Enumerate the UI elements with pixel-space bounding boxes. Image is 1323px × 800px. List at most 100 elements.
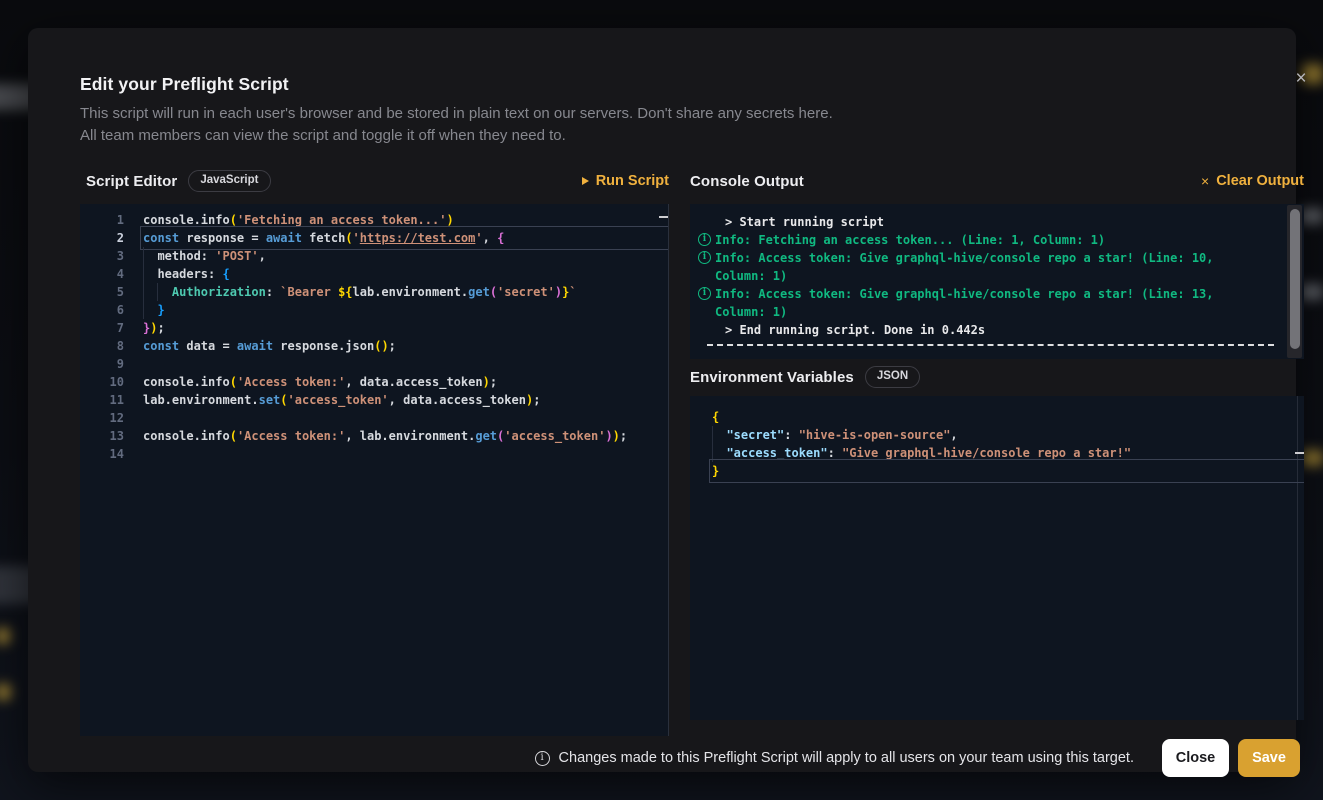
line-number: 3: [80, 247, 124, 265]
run-script-button[interactable]: Run Script: [582, 173, 669, 189]
code-line[interactable]: 9: [80, 355, 668, 373]
indent-guide: [712, 444, 713, 462]
line-number: 13: [80, 427, 124, 445]
code-line[interactable]: 11 lab.environment.set('access_token', da…: [80, 391, 668, 409]
code-line[interactable]: "access_token": "Give graphql-hive/conso…: [690, 444, 1304, 462]
line-number: 12: [80, 409, 124, 427]
close-icon[interactable]: ×: [1288, 66, 1314, 92]
code-line[interactable]: 1 console.info('Fetching an access token.…: [80, 211, 668, 229]
console-output-heading: Console Output: [690, 173, 804, 190]
console-entry-icon-cell: i: [694, 231, 715, 249]
preflight-script-modal: Edit your Preflight Script This script w…: [28, 28, 1296, 772]
info-icon: i: [698, 251, 711, 264]
code-text: console.info('Access token:', data.acces…: [143, 373, 668, 391]
background-blur-dot: [1302, 450, 1323, 466]
info-icon: i: [698, 233, 711, 246]
code-text: const data = await response.json();: [143, 337, 668, 355]
code-line[interactable]: 8 const data = await response.json();: [80, 337, 668, 355]
code-line[interactable]: 10 console.info('Access token:', data.acc…: [80, 373, 668, 391]
line-number: 4: [80, 265, 124, 283]
indent-guide: [157, 283, 158, 301]
code-text: lab.environment.set('access_token', data…: [143, 391, 668, 409]
environment-variables-heading: Environment Variables: [690, 369, 854, 386]
modal-description-line2: All team members can view the script and…: [80, 127, 566, 144]
console-entry-icon-cell: i: [694, 249, 715, 285]
clear-icon: ×: [1201, 174, 1209, 188]
line-number: 11: [80, 391, 124, 409]
console-entry: > Start running script: [690, 213, 1304, 231]
code-text: headers: {: [143, 265, 668, 283]
modal-footer: i Changes made to this Preflight Script …: [80, 738, 1300, 778]
page-background: Edit your Preflight Script This script w…: [0, 0, 1323, 800]
console-entry: > End running script. Done in 0.442s: [690, 321, 1304, 339]
line-number: 6: [80, 301, 124, 319]
background-blur-dot: [0, 684, 11, 700]
script-editor[interactable]: 1 console.info('Fetching an access token.…: [80, 204, 669, 736]
console-entry-text: > Start running script: [715, 213, 1271, 231]
code-text: [143, 445, 668, 463]
code-line[interactable]: 13 console.info('Access token:', lab.envi…: [80, 427, 668, 445]
console-entry-icon-cell: [694, 213, 715, 231]
indent-guide: [712, 426, 713, 444]
line-number: 2: [80, 229, 124, 247]
play-icon: [582, 177, 589, 185]
line-number: 10: [80, 373, 124, 391]
console-entry-text: Info: Access token: Give graphql-hive/co…: [715, 285, 1271, 321]
code-line[interactable]: 12: [80, 409, 668, 427]
console-entry: i Info: Fetching an access token... (Line…: [690, 231, 1304, 249]
code-line[interactable]: 2 const response = await fetch('https://t…: [80, 229, 668, 247]
footer-note: Changes made to this Preflight Script wi…: [559, 750, 1134, 766]
code-text: method: 'POST',: [143, 247, 668, 265]
environment-variables-header: Environment Variables JSON: [690, 364, 1304, 390]
clear-output-button[interactable]: × Clear Output: [1201, 173, 1304, 189]
console-entry-icon-cell: [694, 321, 715, 339]
indent-guide: [143, 265, 144, 283]
console-output-panel: > Start running script i Info: Fetching an…: [690, 204, 1304, 359]
modal-title: Edit your Preflight Script: [80, 74, 289, 95]
line-number: 1: [80, 211, 124, 229]
code-line[interactable]: 4 headers: {: [80, 265, 668, 283]
console-entry: i Info: Access token: Give graphql-hive/c…: [690, 285, 1304, 321]
script-editor-header: Script Editor JavaScript Run Script: [86, 168, 669, 194]
indent-guide: [143, 283, 144, 301]
code-line[interactable]: "secret": "hive-is-open-source",: [690, 426, 1304, 444]
code-text: console.info('Access token:', lab.enviro…: [143, 427, 668, 445]
code-text: Authorization: `Bearer ${lab.environment…: [143, 283, 668, 301]
console-scrollbar-track[interactable]: [1287, 205, 1302, 358]
background-blur-dot: [0, 628, 10, 644]
code-line[interactable]: 6 }: [80, 301, 668, 319]
console-divider: [707, 344, 1274, 346]
line-number: 8: [80, 337, 124, 355]
json-badge: JSON: [865, 366, 920, 388]
close-button[interactable]: Close: [1162, 739, 1229, 777]
console-entry: i Info: Access token: Give graphql-hive/c…: [690, 249, 1304, 285]
code-text: }: [143, 301, 668, 319]
console-entry-icon-cell: i: [694, 285, 715, 321]
environment-variables-editor[interactable]: { "secret": "hive-is-open-source", "acce…: [690, 396, 1304, 720]
info-icon: i: [698, 287, 711, 300]
code-line[interactable]: {: [690, 408, 1304, 426]
code-line[interactable]: 5 Authorization: `Bearer ${lab.environme…: [80, 283, 668, 301]
code-text: }: [712, 462, 1304, 480]
code-text: "access_token": "Give graphql-hive/conso…: [712, 444, 1304, 462]
code-line[interactable]: 14: [80, 445, 668, 463]
line-number: 14: [80, 445, 124, 463]
code-line[interactable]: }: [690, 462, 1304, 480]
clear-output-label: Clear Output: [1216, 173, 1304, 189]
save-button[interactable]: Save: [1238, 739, 1300, 777]
code-line[interactable]: 7});: [80, 319, 668, 337]
script-editor-heading: Script Editor: [86, 173, 177, 190]
code-text: [143, 355, 668, 373]
console-output-header: Console Output × Clear Output: [690, 168, 1304, 194]
console-scrollbar-thumb[interactable]: [1290, 209, 1300, 349]
code-line[interactable]: 3 method: 'POST',: [80, 247, 668, 265]
modal-description-line1: This script will run in each user's brow…: [80, 105, 833, 122]
info-icon: i: [535, 751, 550, 766]
indent-guide: [143, 247, 144, 265]
console-entry-text: Info: Fetching an access token... (Line:…: [715, 231, 1271, 249]
indent-guide: [143, 301, 144, 319]
line-number: 9: [80, 355, 124, 373]
console-entry-text: Info: Access token: Give graphql-hive/co…: [715, 249, 1271, 285]
code-text: const response = await fetch('https://te…: [143, 229, 668, 247]
code-text: console.info('Fetching an access token..…: [143, 211, 668, 229]
